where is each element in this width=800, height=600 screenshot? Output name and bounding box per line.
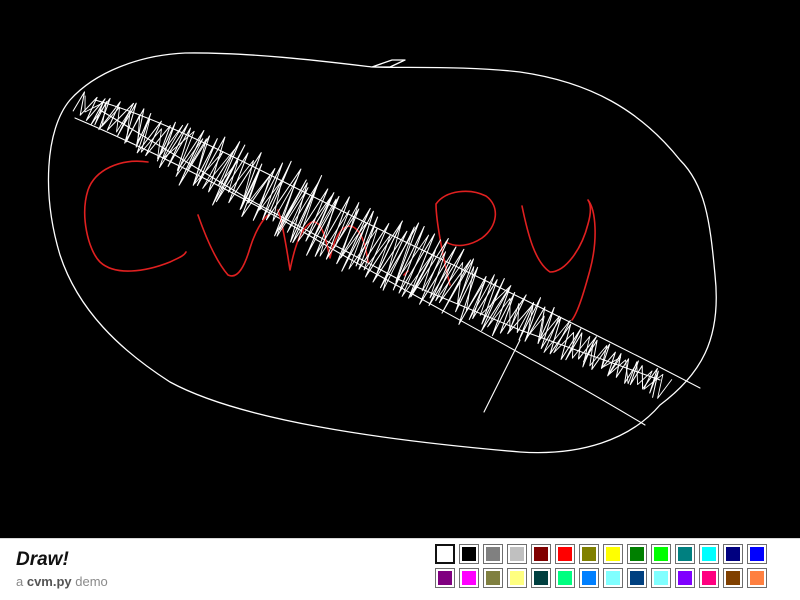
color-swatch-fill [654,571,668,585]
color-swatch-fill [630,571,644,585]
red-stroke-c [84,160,187,272]
color-swatch[interactable] [507,544,527,564]
red-stroke-y [521,199,596,321]
color-swatch-fill [486,571,500,585]
color-swatch[interactable] [675,544,695,564]
color-swatch-fill [558,571,572,585]
color-swatch-fill [462,547,476,561]
app-subtitle: a cvm.py demo [16,574,108,589]
drawing-canvas[interactable] [0,0,800,538]
subtitle-prefix: a [16,574,27,589]
color-swatch[interactable] [675,568,695,588]
color-swatch-fill [438,571,452,585]
app-window: Draw! a cvm.py demo [0,0,800,600]
color-swatch-fill [582,547,596,561]
white-stroke-outline [47,52,717,454]
color-swatch-fill [750,571,764,585]
color-palette [435,544,771,592]
color-swatch[interactable] [579,544,599,564]
subtitle-library-name: cvm.py [26,574,72,589]
color-swatch-fill [750,547,764,561]
subtitle-suffix: demo [71,574,108,589]
color-swatch-fill [582,571,596,585]
color-swatch[interactable] [747,568,767,588]
color-swatch-fill [726,547,740,561]
color-swatch[interactable] [699,544,719,564]
color-swatch-fill [510,571,524,585]
color-swatch[interactable] [459,544,479,564]
color-swatch[interactable] [651,568,671,588]
color-swatch-fill [606,547,620,561]
color-swatch-fill [462,571,476,585]
red-stroke-v [197,214,269,277]
footer-bar: Draw! a cvm.py demo [0,538,800,600]
color-swatch[interactable] [603,568,623,588]
color-swatch[interactable] [435,568,455,588]
color-swatch-fill [654,547,668,561]
color-swatch[interactable] [435,544,455,564]
color-swatch-fill [702,547,716,561]
color-swatch-fill [630,547,644,561]
color-swatch[interactable] [555,544,575,564]
color-swatch[interactable] [627,568,647,588]
color-swatch[interactable] [723,544,743,564]
color-swatch[interactable] [579,568,599,588]
color-swatch[interactable] [723,568,743,588]
color-swatch-fill [534,547,548,561]
color-swatch[interactable] [531,544,551,564]
color-swatch[interactable] [627,544,647,564]
color-swatch[interactable] [483,568,503,588]
app-title: Draw! [16,549,69,570]
color-swatch-fill [534,571,548,585]
color-swatch-fill [702,571,716,585]
color-swatch[interactable] [555,568,575,588]
color-swatch-fill [558,547,572,561]
color-swatch-fill [678,571,692,585]
color-swatch[interactable] [531,568,551,588]
color-swatch[interactable] [651,544,671,564]
white-stroke-tail [483,339,521,413]
color-swatch-fill [606,571,620,585]
color-swatch[interactable] [603,544,623,564]
color-swatch-fill [510,547,524,561]
color-swatch-fill [678,547,692,561]
color-swatch[interactable] [459,568,479,588]
color-swatch[interactable] [699,568,719,588]
color-swatch-fill [726,571,740,585]
color-swatch[interactable] [747,544,767,564]
color-swatch-fill [438,547,452,561]
color-swatch-fill [486,547,500,561]
color-swatch[interactable] [483,544,503,564]
color-swatch[interactable] [507,568,527,588]
drawing-surface[interactable] [0,0,800,538]
